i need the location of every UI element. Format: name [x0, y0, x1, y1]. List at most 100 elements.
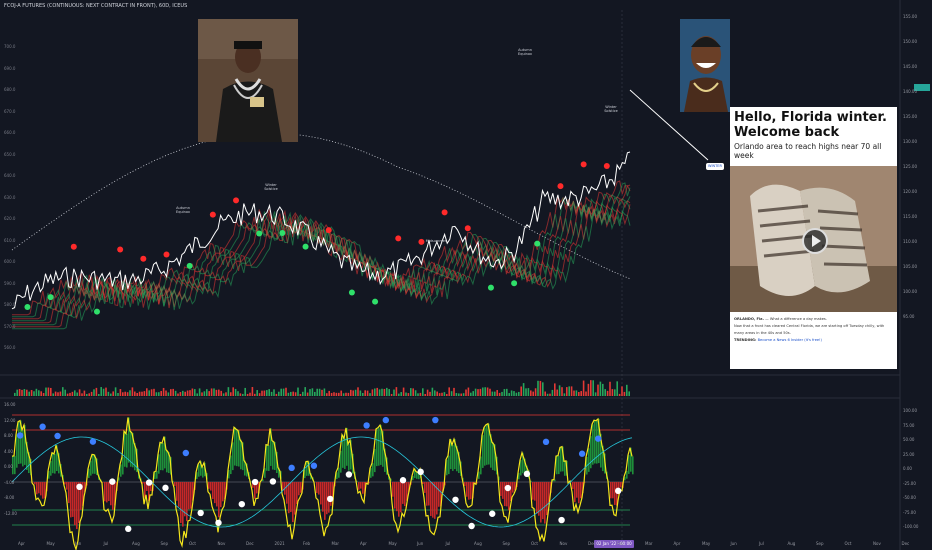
osc-right-axis-label: 25.00	[903, 451, 915, 457]
volume-bar	[170, 389, 172, 396]
osc-histogram-bar	[74, 482, 76, 526]
play-icon[interactable]	[802, 228, 828, 254]
volume-bar	[412, 388, 414, 396]
osc-histogram-bar	[38, 482, 40, 494]
news-video-thumbnail[interactable]	[730, 166, 897, 312]
volume-bar	[477, 389, 479, 396]
news-article-card[interactable]: Hello, Florida winter. Welcome back Orla…	[730, 107, 897, 369]
osc-histogram-bar	[376, 429, 378, 467]
volume-bar	[400, 392, 402, 396]
osc-histogram-bar	[560, 447, 562, 472]
news-headline[interactable]: Hello, Florida winter. Welcome back	[730, 107, 897, 140]
price-axis-label: 100.00	[903, 289, 917, 294]
volume-bar	[287, 392, 290, 396]
crosshair-date-badge: 02 Jan '22 · 00:00	[594, 540, 634, 548]
volume-bar	[23, 389, 26, 396]
volume-bar	[294, 392, 297, 396]
volume-bar	[587, 383, 590, 396]
sell-signal-dot	[557, 183, 564, 190]
volume-bar	[158, 392, 160, 396]
volume-bar	[129, 390, 131, 396]
osc-histogram-bar	[330, 482, 332, 506]
osc-histogram-bar	[358, 482, 360, 490]
volume-bar	[537, 380, 539, 396]
volume-bar	[518, 391, 520, 396]
volume-bar	[316, 388, 318, 396]
volume-bar	[575, 390, 578, 396]
volume-bar	[585, 391, 587, 396]
volume-bar	[508, 393, 510, 396]
volume-bar	[52, 393, 54, 396]
osc-histogram-bar	[544, 482, 546, 524]
osc-histogram-bar	[296, 482, 298, 505]
volume-bar	[342, 393, 345, 396]
volume-bar	[407, 393, 410, 396]
volume-bar	[604, 389, 606, 396]
sell-signal-dot	[209, 211, 216, 218]
osc-blue-dot	[432, 416, 439, 424]
osc-blue-dot	[16, 432, 24, 439]
volume-bar	[347, 392, 350, 396]
volume-bar	[138, 391, 141, 396]
time-axis-label: Aug	[787, 541, 796, 546]
osc-histogram-bar	[156, 470, 158, 479]
osc-histogram-bar	[438, 482, 440, 507]
osc-histogram-bar	[504, 482, 506, 507]
volume-bar	[38, 390, 40, 396]
volume-bar	[578, 392, 580, 396]
volume-bar	[246, 393, 249, 396]
volume-bar	[74, 390, 76, 396]
osc-histogram-bar	[340, 450, 342, 473]
osc-histogram-bar	[468, 482, 470, 500]
volume-bar	[16, 389, 18, 396]
volume-bar	[69, 392, 71, 396]
price-axis-label: 150.00	[903, 39, 917, 44]
osc-histogram-bar	[484, 427, 486, 466]
volume-bar	[278, 391, 280, 396]
osc-histogram-bar	[482, 435, 484, 468]
volume-bar	[47, 387, 50, 396]
osc-histogram-bar	[36, 482, 38, 495]
osc-histogram-bar	[72, 482, 74, 517]
volume-bar	[515, 392, 518, 396]
osc-histogram-bar	[178, 482, 180, 507]
volume-bar	[532, 391, 534, 396]
osc-histogram-bar	[160, 442, 162, 471]
volume-bar	[462, 393, 465, 396]
volume-bar	[81, 393, 83, 396]
time-axis-label: Feb	[616, 541, 624, 546]
time-axis-label: Jul	[759, 541, 764, 546]
osc-histogram-bar	[202, 467, 204, 478]
volume-bar	[455, 392, 458, 396]
volume-bar	[30, 390, 33, 396]
osc-histogram-bar	[590, 436, 592, 469]
volume-bar	[354, 389, 357, 396]
sell-signal-dot	[140, 255, 147, 262]
volume-bar	[119, 389, 122, 396]
left-axis-label: 590.0	[4, 280, 16, 286]
volume-bar	[563, 393, 566, 396]
volume-bar	[292, 391, 294, 396]
time-axis-label: Dec	[588, 541, 596, 546]
buy-signal-dot	[279, 230, 286, 237]
osc-axis-label: -8.00	[4, 495, 15, 500]
osc-histogram-bar	[466, 482, 468, 497]
osc-right-axis-label: 0.00	[903, 466, 912, 471]
volume-bar	[414, 390, 417, 396]
buy-signal-dot	[302, 243, 309, 250]
time-axis-label: Jul	[445, 541, 451, 546]
volume-bar	[419, 392, 422, 396]
volume-bar	[222, 393, 225, 396]
trending-link[interactable]: Become a News 6 Insider (it's free!)	[758, 338, 822, 342]
time-axis-label: Nov	[559, 541, 568, 546]
time-axis-label: Apr	[673, 541, 681, 546]
osc-white-dot	[251, 478, 259, 486]
volume-bar	[453, 387, 455, 396]
osc-right-axis-label: -100.00	[903, 524, 919, 529]
volume-bar	[606, 390, 609, 396]
buy-signal-dot	[487, 284, 494, 291]
volume-bar	[160, 390, 162, 396]
volume-bar	[237, 391, 239, 396]
volume-bar	[110, 393, 112, 396]
volume-bar	[210, 388, 213, 396]
